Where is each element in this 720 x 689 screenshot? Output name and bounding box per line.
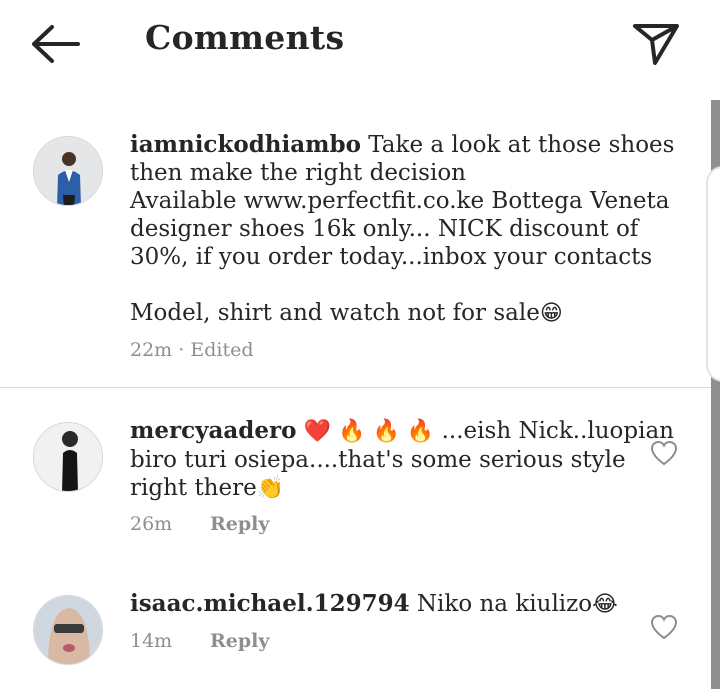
- side-panel-edge: [706, 166, 720, 382]
- comment-username[interactable]: mercyaadero: [130, 417, 296, 444]
- caption-line: Model, shirt and watch not for sale: [130, 300, 540, 326]
- caption-time: 22m: [130, 339, 173, 361]
- comment-line: right there: [130, 475, 257, 501]
- back-button[interactable]: [30, 24, 82, 64]
- caption-line: Available www.perfectfit.co.ke Bottega V…: [130, 188, 670, 214]
- header-bar: Comments: [0, 0, 720, 86]
- laugh-emoji: 😂: [592, 592, 618, 617]
- reply-button[interactable]: Reply: [210, 630, 269, 652]
- caption-line: Take a look at those shoes: [368, 132, 675, 158]
- caption-line: designer shoes 16k only... NICK discount…: [130, 216, 639, 242]
- heart-icon: [650, 440, 678, 466]
- avatar[interactable]: [33, 422, 103, 492]
- reply-button[interactable]: Reply: [210, 513, 269, 535]
- heart-fire-emojis: ❤️ 🔥 🔥 🔥: [303, 419, 435, 444]
- comment-username[interactable]: isaac.michael.129794: [130, 590, 410, 617]
- comment-text: isaac.michael.129794 Niko na kiulizo😂: [130, 590, 618, 619]
- caption-username[interactable]: iamnickodhiambo: [130, 131, 361, 158]
- edited-label: · Edited: [178, 339, 254, 361]
- caption-line: then make the right decision: [130, 160, 466, 186]
- grin-emoji: 😁: [539, 301, 563, 326]
- back-arrow-icon: [32, 25, 80, 63]
- comment-text: mercyaadero ❤️ 🔥 🔥 🔥 ...eish Nick..luopi…: [130, 417, 674, 503]
- avatar[interactable]: [33, 595, 103, 665]
- share-button[interactable]: [630, 20, 682, 68]
- comment-line: biro turi osiepa....that's some serious …: [130, 447, 626, 473]
- comment-line: Niko na kiulizo: [416, 591, 593, 617]
- page-title: Comments: [145, 18, 345, 57]
- send-icon: [633, 24, 679, 65]
- caption-meta: 22m · Edited: [130, 339, 253, 361]
- avatar[interactable]: [33, 136, 103, 206]
- clap-emoji: 👏: [256, 476, 285, 501]
- caption-text: iamnickodhiambo Take a look at those sho…: [130, 131, 674, 328]
- comment-time: 26m: [130, 513, 173, 535]
- heart-icon: [650, 614, 678, 640]
- like-button[interactable]: [650, 614, 678, 640]
- caption-line: 30%, if you order today...inbox your con…: [130, 244, 653, 270]
- comment-line: ...eish Nick..luopian: [441, 418, 674, 444]
- divider: [0, 387, 711, 388]
- like-button[interactable]: [650, 440, 678, 466]
- comment-time: 14m: [130, 630, 173, 652]
